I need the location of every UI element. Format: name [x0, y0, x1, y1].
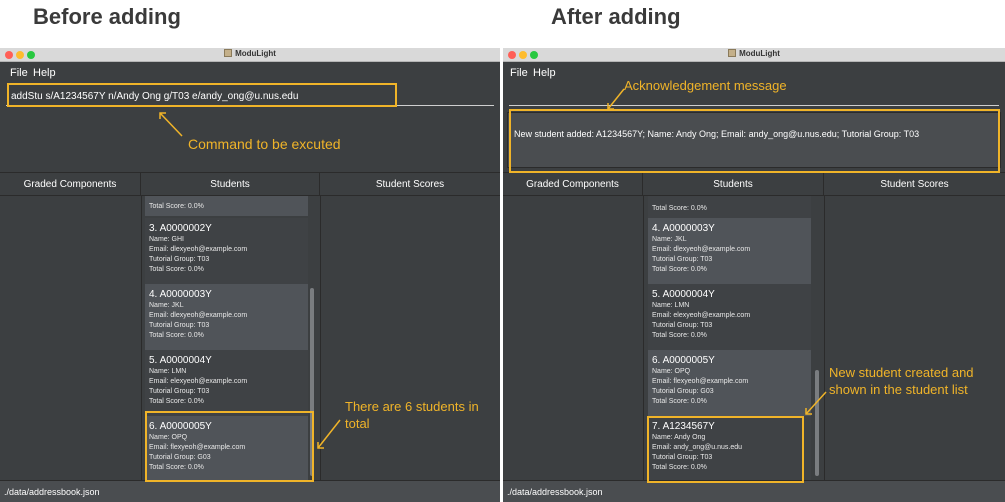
titlebar: ModuLight [0, 48, 500, 62]
student-email: Email: elexyeoh@example.com [652, 312, 751, 319]
student-card[interactable]: 4. A0000003Y Name: JKL Email: dlexyeoh@e… [145, 284, 308, 350]
menu-help[interactable]: Help [533, 67, 556, 79]
student-name: Name: JKL [652, 236, 687, 243]
student-score: Total Score: 0.0% [149, 266, 204, 273]
student-score: Total Score: 0.0% [652, 205, 707, 212]
student-score: Total Score: 0.0% [652, 266, 707, 273]
panel-headers: Graded Components Students Student Score… [503, 172, 1005, 197]
annotation-total: There are 6 students in total [345, 399, 479, 431]
graded-components-header[interactable]: Graded Components [0, 173, 141, 197]
app-icon [728, 49, 737, 57]
student-card[interactable]: 6. A0000005Y Name: OPQ Email: flexyeoh@e… [648, 350, 811, 416]
student-email: Email: dlexyeoh@example.com [149, 246, 248, 253]
window-title-text: ModuLight [739, 49, 780, 58]
student-id: 5. A0000004Y [149, 355, 212, 366]
student-group: Tutorial Group: T03 [652, 322, 713, 329]
student-group: Tutorial Group: T03 [149, 322, 210, 329]
student-id: 4. A0000003Y [149, 289, 212, 300]
student-id: 5. A0000004Y [652, 289, 715, 300]
student-score: Total Score: 0.0% [652, 398, 707, 405]
student-group: Tutorial Group: G03 [652, 388, 714, 395]
student-card[interactable]: Total Score: 0.0% [648, 196, 811, 218]
student-name: Name: LMN [149, 368, 187, 375]
student-score: Total Score: 0.0% [149, 203, 204, 210]
annotation-command: Command to be excuted [188, 136, 341, 152]
student-scores-header[interactable]: Student Scores [320, 173, 500, 197]
student-id: 4. A0000003Y [652, 223, 715, 234]
window-title: ModuLight [0, 49, 500, 58]
menu-file[interactable]: File [10, 67, 28, 79]
student-name: Name: JKL [149, 302, 184, 309]
heading-after: After adding [551, 4, 681, 29]
student-card[interactable]: 3. A0000002Y Name: GHI Email: dlexyeoh@e… [145, 218, 308, 284]
app-icon [224, 49, 233, 57]
student-name: Name: LMN [652, 302, 690, 309]
status-path: ./data/addressbook.json [507, 487, 603, 497]
scrollbar[interactable] [815, 370, 819, 476]
command-highlight [7, 83, 397, 107]
student-email: Email: flexyeoh@example.com [652, 378, 749, 385]
status-bar: ./data/addressbook.json [503, 480, 1005, 502]
student-group: Tutorial Group: T03 [652, 256, 713, 263]
student-group: Tutorial Group: T03 [149, 388, 210, 395]
student-card[interactable]: 5. A0000004Y Name: LMN Email: elexyeoh@e… [145, 350, 308, 416]
student-card[interactable]: 4. A0000003Y Name: JKL Email: dlexyeoh@e… [648, 218, 811, 284]
student-name: Name: GHI [149, 236, 185, 243]
menubar: File Help [0, 62, 500, 84]
column-separator [824, 196, 825, 480]
panel-headers: Graded Components Students Student Score… [0, 172, 500, 197]
student-card[interactable]: Total Score: 0.0% [145, 196, 308, 216]
student-score: Total Score: 0.0% [149, 332, 204, 339]
student-6-highlight [145, 411, 314, 482]
graded-components-header[interactable]: Graded Components [503, 173, 643, 197]
window-title-text: ModuLight [235, 49, 276, 58]
heading-before: Before adding [33, 4, 181, 29]
column-separator [141, 196, 142, 480]
column-separator [320, 196, 321, 480]
annotation-new-student: New student created and shown in the stu… [829, 365, 974, 397]
student-group: Tutorial Group: T03 [149, 256, 210, 263]
window-title: ModuLight [503, 49, 1005, 58]
titlebar: ModuLight [503, 48, 1005, 62]
student-scores-header[interactable]: Student Scores [824, 173, 1005, 197]
student-name: Name: OPQ [652, 368, 691, 375]
student-id: 3. A0000002Y [149, 223, 212, 234]
menu-file[interactable]: File [510, 67, 528, 79]
student-card[interactable]: 5. A0000004Y Name: LMN Email: elexyeoh@e… [648, 284, 811, 350]
student-id: 6. A0000005Y [652, 355, 715, 366]
student-email: Email: elexyeoh@example.com [149, 378, 248, 385]
new-student-highlight [647, 416, 804, 483]
annotation-ack: Acknowledgement message [624, 78, 787, 93]
student-email: Email: dlexyeoh@example.com [652, 246, 751, 253]
result-highlight [509, 109, 1000, 173]
student-score: Total Score: 0.0% [652, 332, 707, 339]
column-separator [643, 196, 644, 480]
menu-help[interactable]: Help [33, 67, 56, 79]
students-header[interactable]: Students [141, 173, 320, 197]
status-bar: ./data/addressbook.json [0, 480, 500, 502]
student-email: Email: dlexyeoh@example.com [149, 312, 248, 319]
status-path: ./data/addressbook.json [4, 487, 100, 497]
command-underline [509, 105, 999, 106]
students-header[interactable]: Students [643, 173, 824, 197]
student-score: Total Score: 0.0% [149, 398, 204, 405]
